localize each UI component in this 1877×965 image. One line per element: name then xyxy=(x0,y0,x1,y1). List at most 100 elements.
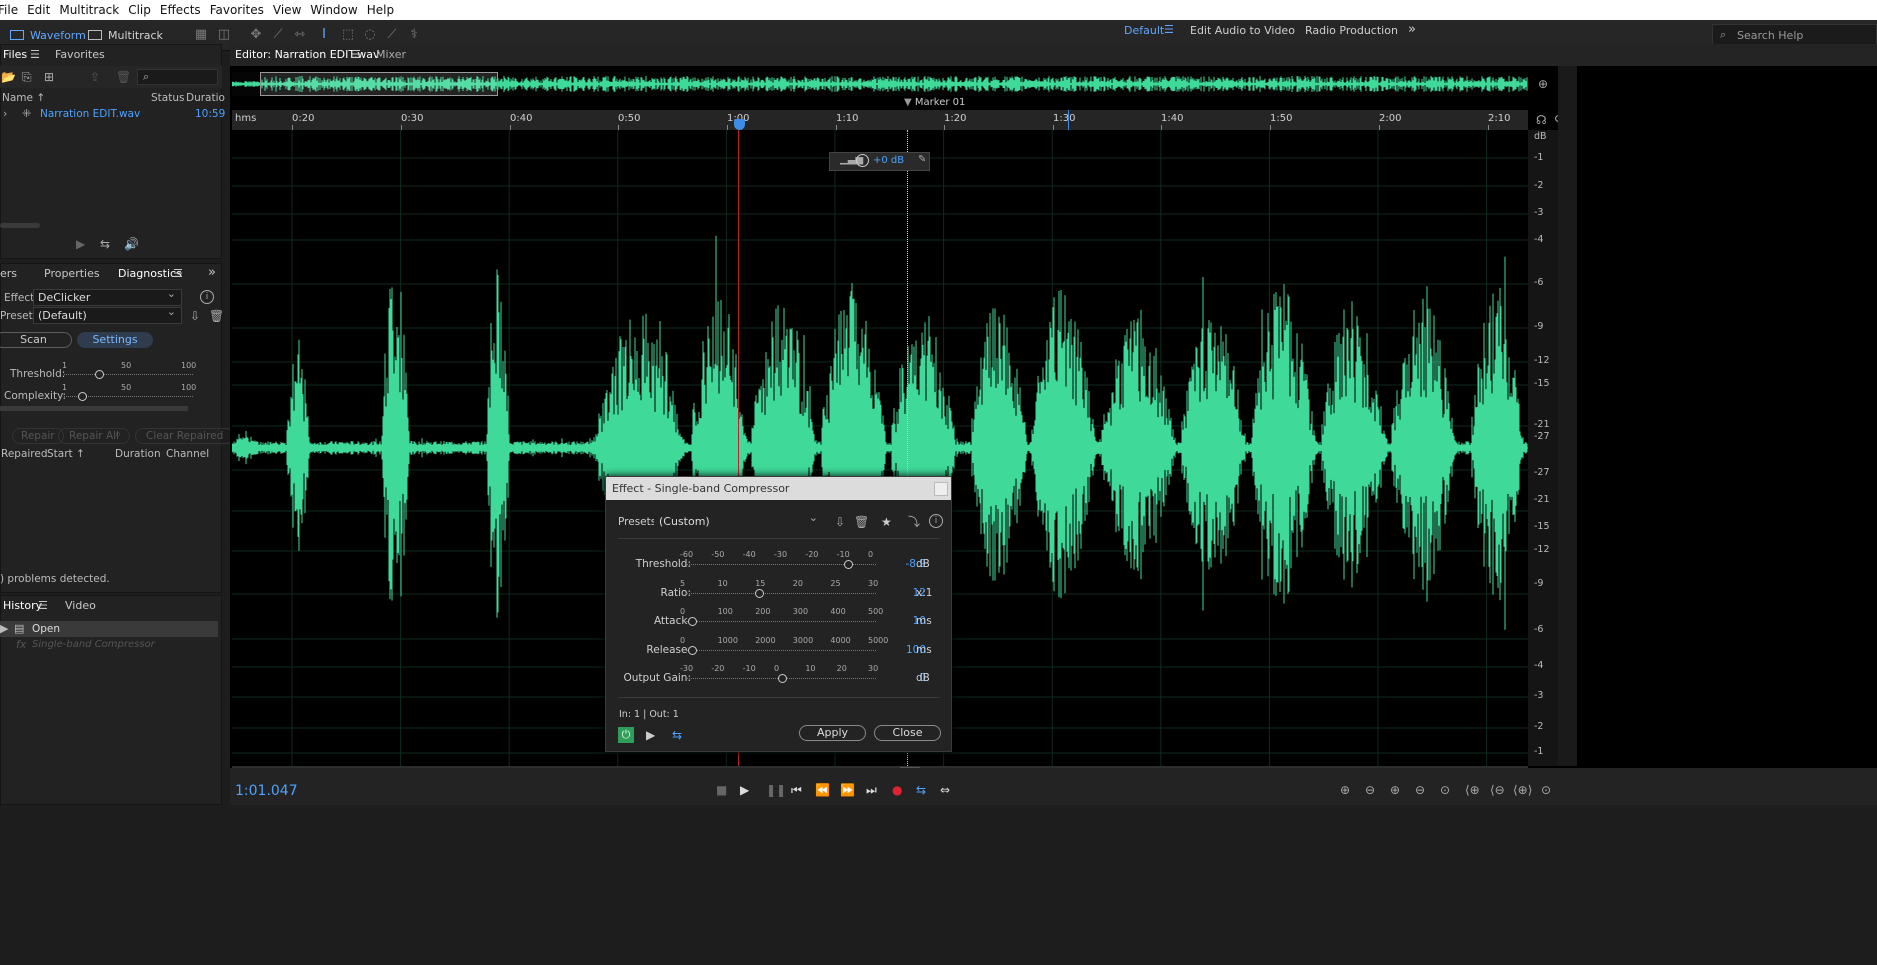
workspace-radio-production[interactable]: Radio Production xyxy=(1305,24,1398,37)
export-icon[interactable]: ⇪ xyxy=(90,70,100,84)
info-icon[interactable]: i xyxy=(929,514,943,528)
close-button[interactable]: Close xyxy=(874,725,941,741)
lock-icon[interactable]: ☊ xyxy=(1536,113,1547,127)
pause-icon[interactable]: ❚❚ xyxy=(766,783,786,797)
col-duration-diag[interactable]: Duration xyxy=(115,448,161,460)
preview-loop-icon[interactable]: ⇆ xyxy=(672,728,682,742)
save-preset-icon[interactable]: ⇩ xyxy=(190,309,200,323)
loop-preview-icon[interactable]: ⇆ xyxy=(100,237,110,251)
complexity-slider-knob[interactable] xyxy=(78,392,87,401)
spectral-pitch-icon[interactable]: ◫ xyxy=(216,27,232,43)
attack-slider[interactable] xyxy=(686,621,876,622)
hud-volume[interactable]: ▁▃▅ +0 dB ✎ xyxy=(829,152,930,171)
spectral-frequency-icon[interactable]: ▦ xyxy=(193,27,209,43)
settings-scrollbar[interactable] xyxy=(0,406,188,411)
ratio-slider[interactable] xyxy=(686,592,876,594)
tab-favorites[interactable]: Favorites xyxy=(55,43,105,65)
files-menu-icon[interactable]: ☰ xyxy=(30,43,40,65)
col-duration[interactable]: Duratio xyxy=(186,92,225,104)
info-icon[interactable]: i xyxy=(200,290,214,304)
zoom-out-amplitude-icon[interactable]: ⊖ xyxy=(1365,783,1375,797)
files-scrollbar[interactable] xyxy=(0,223,40,228)
attack-slider-knob[interactable] xyxy=(687,617,697,626)
tab-mixer[interactable]: Mixer xyxy=(376,48,406,61)
pin-hud-icon[interactable]: ✎ xyxy=(918,154,926,165)
slip-tool-icon[interactable]: ⇿ xyxy=(292,27,308,43)
presets-dropdown[interactable]: (Default) xyxy=(33,305,182,324)
menu-clip[interactable]: Clip xyxy=(128,3,160,17)
close-icon[interactable] xyxy=(934,482,948,496)
workspace-edit-audio-video[interactable]: Edit Audio to Video xyxy=(1190,24,1295,37)
clear-repaired-button[interactable]: Clear Repaired xyxy=(135,428,235,444)
menu-view[interactable]: View xyxy=(273,3,310,17)
col-channel[interactable]: Channel xyxy=(166,448,209,460)
stop-icon[interactable]: ■ xyxy=(716,783,727,797)
history-menu-icon[interactable]: ☰ xyxy=(38,594,48,616)
delete-preset-icon[interactable]: 🗑 xyxy=(209,309,224,323)
file-row[interactable]: › ⁜ Narration EDIT.wav 10:59 xyxy=(0,106,225,122)
more-panels-icon[interactable]: » xyxy=(208,261,216,283)
expand-icon[interactable]: › xyxy=(3,107,7,120)
time-selection-tool-icon[interactable]: I xyxy=(316,27,332,43)
zoom-out-full-icon[interactable]: ⟨⊖ xyxy=(1490,783,1505,797)
overview-waveform[interactable] xyxy=(231,72,1528,96)
move-tool-icon[interactable]: ✥ xyxy=(248,27,264,43)
menu-multitrack[interactable]: Multitrack xyxy=(59,3,128,17)
threshold-slider-knob[interactable] xyxy=(95,370,104,379)
zoom-in-amplitude-icon[interactable]: ⊕ xyxy=(1538,77,1548,91)
marquee-tool-icon[interactable]: ⬚ xyxy=(340,27,356,43)
threshold-slider-track[interactable] xyxy=(64,374,193,375)
col-name[interactable]: Name ↑ xyxy=(2,92,45,104)
power-toggle-icon[interactable]: ⏻ xyxy=(618,727,634,743)
import-icon[interactable]: ⎘ xyxy=(22,70,32,84)
delete-preset-icon[interactable]: 🗑 xyxy=(854,515,869,529)
routing-icon[interactable]: ⤵ xyxy=(908,515,920,529)
tab-history[interactable]: History xyxy=(3,594,42,616)
right-scroll-strip[interactable] xyxy=(1558,66,1577,766)
zoom-in-point-icon[interactable]: ⟨⊕⟩ xyxy=(1513,783,1532,797)
diagnostics-menu-icon[interactable]: ☰ xyxy=(173,262,183,284)
zoom-full-icon[interactable]: ⊙ xyxy=(1440,783,1450,797)
waveform-view-button[interactable]: Waveform xyxy=(10,25,86,45)
scan-button[interactable]: Scan xyxy=(0,332,72,348)
volume-knob-icon[interactable] xyxy=(856,154,869,167)
tab-properties[interactable]: Properties xyxy=(44,262,100,284)
save-preset-icon[interactable]: ⇩ xyxy=(835,515,845,529)
workspace-default[interactable]: Default xyxy=(1124,24,1164,37)
open-folder-icon[interactable]: 📂 xyxy=(1,70,16,84)
brush-tool-icon[interactable]: ⟋ xyxy=(384,27,400,43)
tab-video[interactable]: Video xyxy=(65,594,96,616)
spot-healing-icon[interactable]: ⚕ xyxy=(406,27,422,43)
record-icon[interactable]: ● xyxy=(892,783,902,797)
fast-forward-icon[interactable]: ⏩ xyxy=(840,783,855,797)
play-icon[interactable]: ▶ xyxy=(740,783,749,797)
col-start[interactable]: Start ↑ xyxy=(47,448,85,460)
menu-edit[interactable]: Edit xyxy=(27,3,59,17)
favorite-star-icon[interactable]: ★ xyxy=(881,515,892,529)
release-slider-knob[interactable] xyxy=(687,645,697,655)
col-status[interactable]: Status xyxy=(151,92,184,104)
skip-end-icon[interactable]: ⏭ xyxy=(866,783,877,797)
zoom-selection-icon[interactable]: ⟨⊕ xyxy=(1465,783,1480,797)
zoom-navigator-box[interactable] xyxy=(260,72,498,96)
effect-dropdown[interactable]: DeClicker xyxy=(33,287,182,306)
release-slider[interactable] xyxy=(686,649,876,651)
hud-gain-value[interactable]: +0 dB xyxy=(873,155,904,166)
repair-button[interactable]: Repair xyxy=(12,428,64,444)
tab-markers[interactable]: ers xyxy=(0,262,17,284)
preview-play-icon[interactable]: ▶ xyxy=(646,728,655,742)
zoom-in-time-icon[interactable]: ⊕ xyxy=(1390,783,1400,797)
loop-playback-icon[interactable]: ⇆ xyxy=(916,783,926,797)
play-preview-icon[interactable]: ▶ xyxy=(76,237,85,251)
history-item-open[interactable]: ▶ ▤ Open xyxy=(0,621,218,637)
zoom-out-time-icon[interactable]: ⊖ xyxy=(1415,783,1425,797)
marker-label[interactable]: ▼ Marker 01 xyxy=(904,97,965,108)
timecode-display[interactable]: 1:01.047 xyxy=(235,783,298,799)
settings-button[interactable]: Settings xyxy=(77,332,153,348)
menu-effects[interactable]: Effects xyxy=(160,3,210,17)
dialog-presets-dropdown[interactable]: (Custom) xyxy=(654,511,824,530)
autoplay-icon[interactable]: 🔊 xyxy=(124,237,139,251)
editor-menu-icon[interactable]: ☰ xyxy=(351,48,361,61)
menu-file[interactable]: File xyxy=(0,3,27,17)
menu-window[interactable]: Window xyxy=(310,3,366,17)
